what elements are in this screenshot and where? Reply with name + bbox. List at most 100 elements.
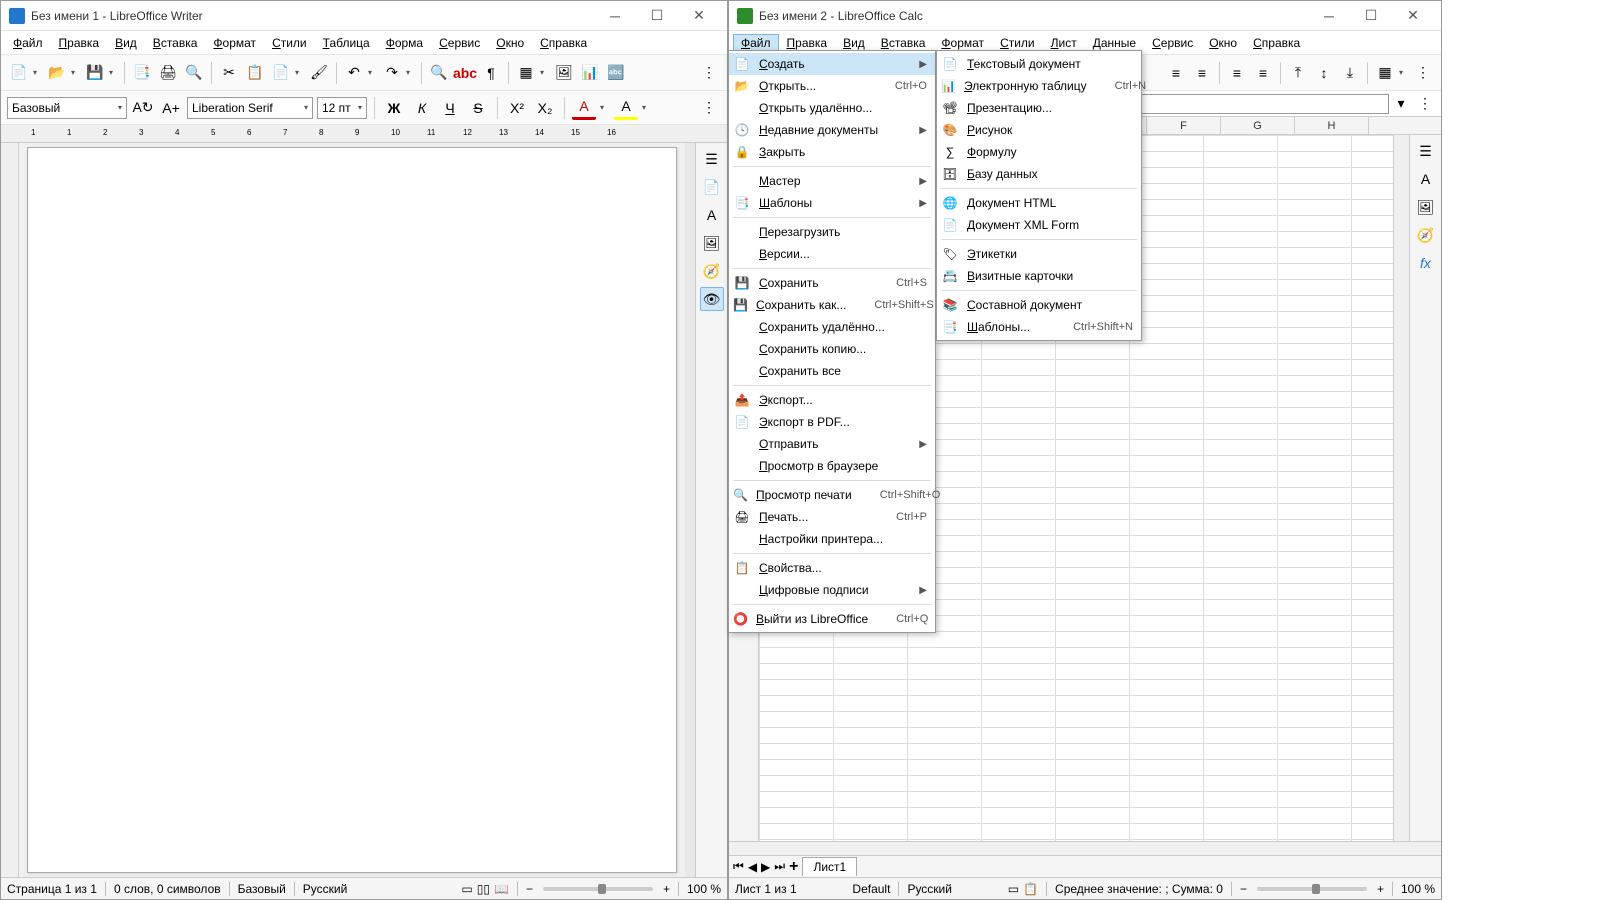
last-sheet-icon[interactable]: ⏭ <box>774 859 785 874</box>
menuitem--[interactable]: Настройки принтера... <box>729 528 935 550</box>
menu-Стили[interactable]: Стили <box>264 34 315 52</box>
font-size-combo[interactable]: 12 пт▾ <box>317 97 367 119</box>
maximize-button[interactable]: ☐ <box>1351 2 1391 30</box>
menu-Окно[interactable]: Окно <box>1201 34 1245 52</box>
align-middle-icon[interactable]: ↕ <box>1312 61 1336 85</box>
dropdown-icon[interactable]: ▾ <box>109 68 119 77</box>
menu-Форма[interactable]: Форма <box>378 34 431 52</box>
bold-icon[interactable]: Ж <box>382 96 406 120</box>
chart-icon[interactable]: 📊 <box>578 61 602 85</box>
menuitem--[interactable]: 🔍Просмотр печатиCtrl+Shift+O <box>729 484 935 506</box>
menuitem--[interactable]: 🗄Базу данных <box>937 163 1141 185</box>
menu-Файл[interactable]: Файл <box>733 34 779 52</box>
menu-Формат[interactable]: Формат <box>205 34 264 52</box>
status-sheet[interactable]: Лист 1 из 1 <box>735 882 797 896</box>
dropdown-icon[interactable]: ▾ <box>368 68 378 77</box>
menu-Вставка[interactable]: Вставка <box>873 34 934 52</box>
first-sheet-icon[interactable]: ⏮ <box>733 859 744 874</box>
menu-Файл[interactable]: Файл <box>5 34 51 52</box>
paragraph-style-combo[interactable]: Базовый▾ <box>7 97 127 119</box>
open-icon[interactable]: 📂 <box>45 61 69 85</box>
splitter[interactable] <box>685 143 695 877</box>
align-center-icon[interactable]: ≡ <box>1190 61 1214 85</box>
status-language[interactable]: Русский <box>303 882 348 896</box>
menu-Сервис[interactable]: Сервис <box>1144 34 1201 52</box>
gallery-panel-icon[interactable]: 🖼 <box>700 231 724 255</box>
underline-icon[interactable]: Ч <box>438 96 462 120</box>
italic-icon[interactable]: К <box>410 96 434 120</box>
align-bottom-icon[interactable]: ⤓ <box>1338 61 1362 85</box>
undo-icon[interactable]: ↶ <box>342 61 366 85</box>
menu-Справка[interactable]: Справка <box>1245 34 1308 52</box>
menu-Вид[interactable]: Вид <box>835 34 873 52</box>
menuitem--[interactable]: 📊Электронную таблицуCtrl+N <box>937 75 1141 97</box>
gallery-panel-icon[interactable]: 🖼 <box>1414 195 1438 219</box>
prev-sheet-icon[interactable]: ◀ <box>748 860 757 874</box>
align-left-icon[interactable]: ≡ <box>1164 61 1188 85</box>
zoom-slider[interactable] <box>543 887 653 891</box>
add-sheet-icon[interactable]: + <box>789 858 798 876</box>
format-paintbrush-icon[interactable]: 🖌 <box>307 61 331 85</box>
expand-formula-icon[interactable]: ▾ <box>1389 92 1413 116</box>
horizontal-ruler[interactable]: 112345678910111213141516 <box>1 125 727 143</box>
redo-icon[interactable]: ↷ <box>380 61 404 85</box>
menuitem--[interactable]: Отправить▶ <box>729 433 935 455</box>
menuitem--[interactable]: 📄Создать▶ <box>729 53 935 75</box>
zoom-out-icon[interactable]: − <box>526 882 533 896</box>
menuitem--PDF-[interactable]: 📄Экспорт в PDF... <box>729 411 935 433</box>
menuitem--[interactable]: Сохранить копию... <box>729 338 935 360</box>
paste-icon[interactable]: 📄 <box>269 61 293 85</box>
overflow-icon[interactable]: ⋮ <box>697 61 721 85</box>
menuitem--[interactable]: 📇Визитные карточки <box>937 265 1141 287</box>
view-book-icon[interactable]: 📖 <box>494 882 509 896</box>
font-color-icon[interactable]: A <box>572 96 596 120</box>
menuitem--[interactable]: 📋Свойства... <box>729 557 935 579</box>
view-multi-icon[interactable]: ▯▯ <box>477 882 490 896</box>
status-cell-style[interactable]: Default <box>852 882 890 896</box>
align-justify-icon[interactable]: ≡ <box>1251 61 1275 85</box>
menuitem--[interactable]: 🖨Печать...Ctrl+P <box>729 506 935 528</box>
minimize-button[interactable]: ─ <box>1309 2 1349 30</box>
menuitem--[interactable]: Просмотр в браузере <box>729 455 935 477</box>
menu-Данные[interactable]: Данные <box>1085 34 1144 52</box>
superscript-icon[interactable]: X² <box>505 96 529 120</box>
menu-Вид[interactable]: Вид <box>107 34 145 52</box>
zoom-slider[interactable] <box>1257 887 1367 891</box>
menuitem--[interactable]: Мастер▶ <box>729 170 935 192</box>
navigator-panel-icon[interactable]: 🧭 <box>1414 223 1438 247</box>
menu-Правка[interactable]: Правка <box>779 34 836 52</box>
font-name-combo[interactable]: Liberation Serif▾ <box>187 97 313 119</box>
document-page[interactable] <box>27 147 677 873</box>
table-icon[interactable]: ▦ <box>514 61 538 85</box>
zoom-in-icon[interactable]: + <box>1377 882 1384 896</box>
copy-icon[interactable]: 📋 <box>243 61 267 85</box>
menuitem--[interactable]: Цифровые подписи▶ <box>729 579 935 601</box>
signature-icon[interactable]: 📋 <box>1023 882 1038 896</box>
minimize-button[interactable]: ─ <box>595 2 635 30</box>
view-single-icon[interactable]: ▭ <box>461 882 472 896</box>
menuitem--[interactable]: 📄Текстовый документ <box>937 53 1141 75</box>
print-icon[interactable]: 🖨 <box>156 61 180 85</box>
save-icon[interactable]: 💾 <box>83 61 107 85</box>
sheet-tab[interactable]: Лист1 <box>802 857 857 876</box>
menu-Сервис[interactable]: Сервис <box>431 34 488 52</box>
menuitem--[interactable]: 🏷Этикетки <box>937 243 1141 265</box>
menuitem--[interactable]: 🕓Недавние документы▶ <box>729 119 935 141</box>
menuitem--[interactable]: 📑Шаблоны▶ <box>729 192 935 214</box>
menuitem--[interactable]: 📤Экспорт... <box>729 389 935 411</box>
status-word-count[interactable]: 0 слов, 0 символов <box>114 882 221 896</box>
vertical-scrollbar[interactable] <box>1393 135 1409 841</box>
styles-panel-icon[interactable]: A <box>1414 167 1438 191</box>
status-zoom[interactable]: 100 % <box>1401 882 1435 896</box>
menu-Таблица[interactable]: Таблица <box>315 34 378 52</box>
image-icon[interactable]: 🖼 <box>552 61 576 85</box>
status-zoom[interactable]: 100 % <box>687 882 721 896</box>
textbox-icon[interactable]: 🔤 <box>604 61 628 85</box>
menu-Правка[interactable]: Правка <box>51 34 108 52</box>
dropdown-icon[interactable]: ▾ <box>1399 68 1409 77</box>
dropdown-icon[interactable]: ▾ <box>642 103 652 112</box>
menu-Стили[interactable]: Стили <box>992 34 1043 52</box>
menuitem--[interactable]: 📂Открыть...Ctrl+O <box>729 75 935 97</box>
overflow-icon[interactable]: ⋮ <box>1413 92 1437 116</box>
maximize-button[interactable]: ☐ <box>637 2 677 30</box>
